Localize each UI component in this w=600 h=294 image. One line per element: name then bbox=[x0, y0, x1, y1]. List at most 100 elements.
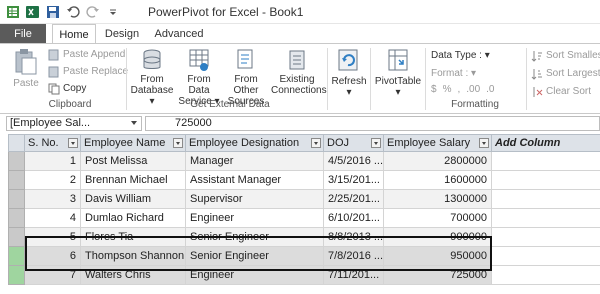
sort-smallest-button[interactable]: Sort Smalles bbox=[531, 48, 600, 63]
formula-bar: [Employee Sal... 725000 bbox=[0, 114, 600, 134]
column-header-employee-designation[interactable]: Employee Designation bbox=[185, 134, 324, 152]
filter-dropdown-icon[interactable] bbox=[68, 138, 78, 148]
cell-employee-salary[interactable]: 1600000 bbox=[383, 170, 492, 190]
cell-doj[interactable]: 4/5/2016 ... bbox=[323, 151, 384, 171]
cell-doj[interactable]: 3/15/201... bbox=[323, 170, 384, 190]
cell-employee-salary[interactable]: 700000 bbox=[383, 208, 492, 228]
from-database-button[interactable]: From Database ▾ bbox=[130, 48, 174, 107]
formula-input[interactable] bbox=[145, 116, 600, 131]
decrease-decimal-button[interactable]: .0 bbox=[486, 84, 494, 95]
percent-format-button[interactable]: % bbox=[443, 84, 452, 95]
table-row[interactable]: 4 Dumlao Richard Engineer 6/10/201... 70… bbox=[8, 208, 600, 228]
tab-home[interactable]: Home bbox=[52, 24, 96, 44]
filter-dropdown-icon[interactable] bbox=[371, 138, 381, 148]
cell-s-no[interactable]: 4 bbox=[24, 208, 81, 228]
cell-employee-name[interactable]: Thompson Shannon bbox=[80, 246, 186, 266]
column-header-doj[interactable]: DOJ bbox=[323, 134, 384, 152]
cell-doj[interactable]: 7/11/201... bbox=[323, 265, 384, 285]
filter-dropdown-icon[interactable] bbox=[311, 138, 321, 148]
data-service-icon bbox=[189, 49, 209, 71]
redo-icon[interactable] bbox=[86, 5, 100, 19]
cell-employee-designation[interactable]: Senior Engineer bbox=[185, 246, 324, 266]
paste-append-button[interactable]: Paste Append bbox=[48, 47, 125, 62]
tab-file[interactable]: File bbox=[0, 24, 46, 44]
copy-button[interactable]: Copy bbox=[48, 81, 86, 96]
sort-largest-button[interactable]: Sort Largest bbox=[531, 66, 600, 81]
cell-employee-salary[interactable]: 900000 bbox=[383, 227, 492, 247]
cell-employee-name[interactable]: Flores Tia bbox=[80, 227, 186, 247]
tab-advanced[interactable]: Advanced bbox=[148, 24, 210, 44]
row-selector[interactable] bbox=[8, 246, 25, 266]
add-column-header[interactable]: Add Column bbox=[491, 134, 600, 152]
cell-s-no[interactable]: 1 bbox=[24, 151, 81, 171]
existing-connections-button[interactable]: Existing Connections bbox=[271, 48, 327, 96]
refresh-button[interactable]: Refresh ▾ bbox=[331, 48, 367, 98]
table-icon[interactable] bbox=[6, 5, 20, 19]
name-box[interactable]: [Employee Sal... bbox=[6, 116, 142, 131]
row-selector[interactable] bbox=[8, 227, 25, 247]
cell-s-no[interactable]: 7 bbox=[24, 265, 81, 285]
cell-s-no[interactable]: 6 bbox=[24, 246, 81, 266]
cell-employee-designation[interactable]: Supervisor bbox=[185, 189, 324, 209]
cell-employee-name[interactable]: Davis William bbox=[80, 189, 186, 209]
row-selector[interactable] bbox=[8, 151, 25, 171]
column-header-employee-name[interactable]: Employee Name bbox=[80, 134, 186, 152]
currency-format-button[interactable]: $ bbox=[431, 84, 437, 95]
table-row-selected[interactable]: 6 Thompson Shannon Senior Engineer 7/8/2… bbox=[8, 246, 600, 266]
excel-icon[interactable] bbox=[26, 5, 40, 19]
undo-icon[interactable] bbox=[66, 5, 80, 19]
cell-add-column[interactable] bbox=[491, 170, 600, 190]
cell-add-column[interactable] bbox=[491, 151, 600, 171]
cell-employee-designation[interactable]: Manager bbox=[185, 151, 324, 171]
filter-dropdown-icon[interactable] bbox=[479, 138, 489, 148]
cell-add-column[interactable] bbox=[491, 208, 600, 228]
cell-doj[interactable]: 7/8/2016 ... bbox=[323, 246, 384, 266]
cell-employee-name[interactable]: Post Melissa bbox=[80, 151, 186, 171]
cell-employee-designation[interactable]: Assistant Manager bbox=[185, 170, 324, 190]
clear-sort-button[interactable]: Clear Sort bbox=[531, 84, 591, 99]
select-all-corner[interactable] bbox=[8, 134, 25, 152]
table-row[interactable]: 1 Post Melissa Manager 4/5/2016 ... 2800… bbox=[8, 151, 600, 171]
table-row[interactable]: 3 Davis William Supervisor 2/25/201... 1… bbox=[8, 189, 600, 209]
cell-doj[interactable]: 6/10/201... bbox=[323, 208, 384, 228]
comma-format-button[interactable]: , bbox=[457, 84, 460, 95]
row-selector[interactable] bbox=[8, 208, 25, 228]
filter-dropdown-icon[interactable] bbox=[173, 138, 183, 148]
customize-icon[interactable] bbox=[106, 5, 120, 19]
cell-employee-salary[interactable]: 950000 bbox=[383, 246, 492, 266]
cell-doj[interactable]: 2/25/201... bbox=[323, 189, 384, 209]
table-row-selected[interactable]: 7 Walters Chris Engineer 7/11/201... 725… bbox=[8, 265, 600, 285]
data-type-dropdown[interactable]: Data Type : ▾ bbox=[431, 48, 490, 63]
column-header-s-no[interactable]: S. No. bbox=[24, 134, 81, 152]
cell-employee-name[interactable]: Walters Chris bbox=[80, 265, 186, 285]
table-row[interactable]: 2 Brennan Michael Assistant Manager 3/15… bbox=[8, 170, 600, 190]
tab-design[interactable]: Design bbox=[101, 24, 143, 44]
cell-doj[interactable]: 8/8/2013 ... bbox=[323, 227, 384, 247]
format-dropdown[interactable]: Format : ▾ bbox=[431, 66, 476, 81]
row-selector[interactable] bbox=[8, 265, 25, 285]
cell-add-column[interactable] bbox=[491, 265, 600, 285]
paste-button[interactable]: Paste bbox=[8, 48, 44, 89]
increase-decimal-button[interactable]: .00 bbox=[466, 84, 480, 95]
cell-s-no[interactable]: 3 bbox=[24, 189, 81, 209]
cell-employee-designation[interactable]: Engineer bbox=[185, 265, 324, 285]
cell-employee-salary[interactable]: 1300000 bbox=[383, 189, 492, 209]
cell-employee-salary[interactable]: 2800000 bbox=[383, 151, 492, 171]
cell-employee-designation[interactable]: Senior Engineer bbox=[185, 227, 324, 247]
cell-employee-name[interactable]: Brennan Michael bbox=[80, 170, 186, 190]
row-selector[interactable] bbox=[8, 170, 25, 190]
column-header-employee-salary[interactable]: Employee Salary bbox=[383, 134, 492, 152]
cell-employee-designation[interactable]: Engineer bbox=[185, 208, 324, 228]
pivottable-button[interactable]: PivotTable ▾ bbox=[374, 48, 422, 98]
cell-employee-salary[interactable]: 725000 bbox=[383, 265, 492, 285]
cell-employee-name[interactable]: Dumlao Richard bbox=[80, 208, 186, 228]
cell-add-column[interactable] bbox=[491, 246, 600, 266]
cell-add-column[interactable] bbox=[491, 227, 600, 247]
table-row[interactable]: 5 Flores Tia Senior Engineer 8/8/2013 ..… bbox=[8, 227, 600, 247]
cell-s-no[interactable]: 5 bbox=[24, 227, 81, 247]
row-selector[interactable] bbox=[8, 189, 25, 209]
save-icon[interactable] bbox=[46, 5, 60, 19]
paste-replace-button[interactable]: Paste Replace bbox=[48, 64, 128, 79]
cell-s-no[interactable]: 2 bbox=[24, 170, 81, 190]
cell-add-column[interactable] bbox=[491, 189, 600, 209]
